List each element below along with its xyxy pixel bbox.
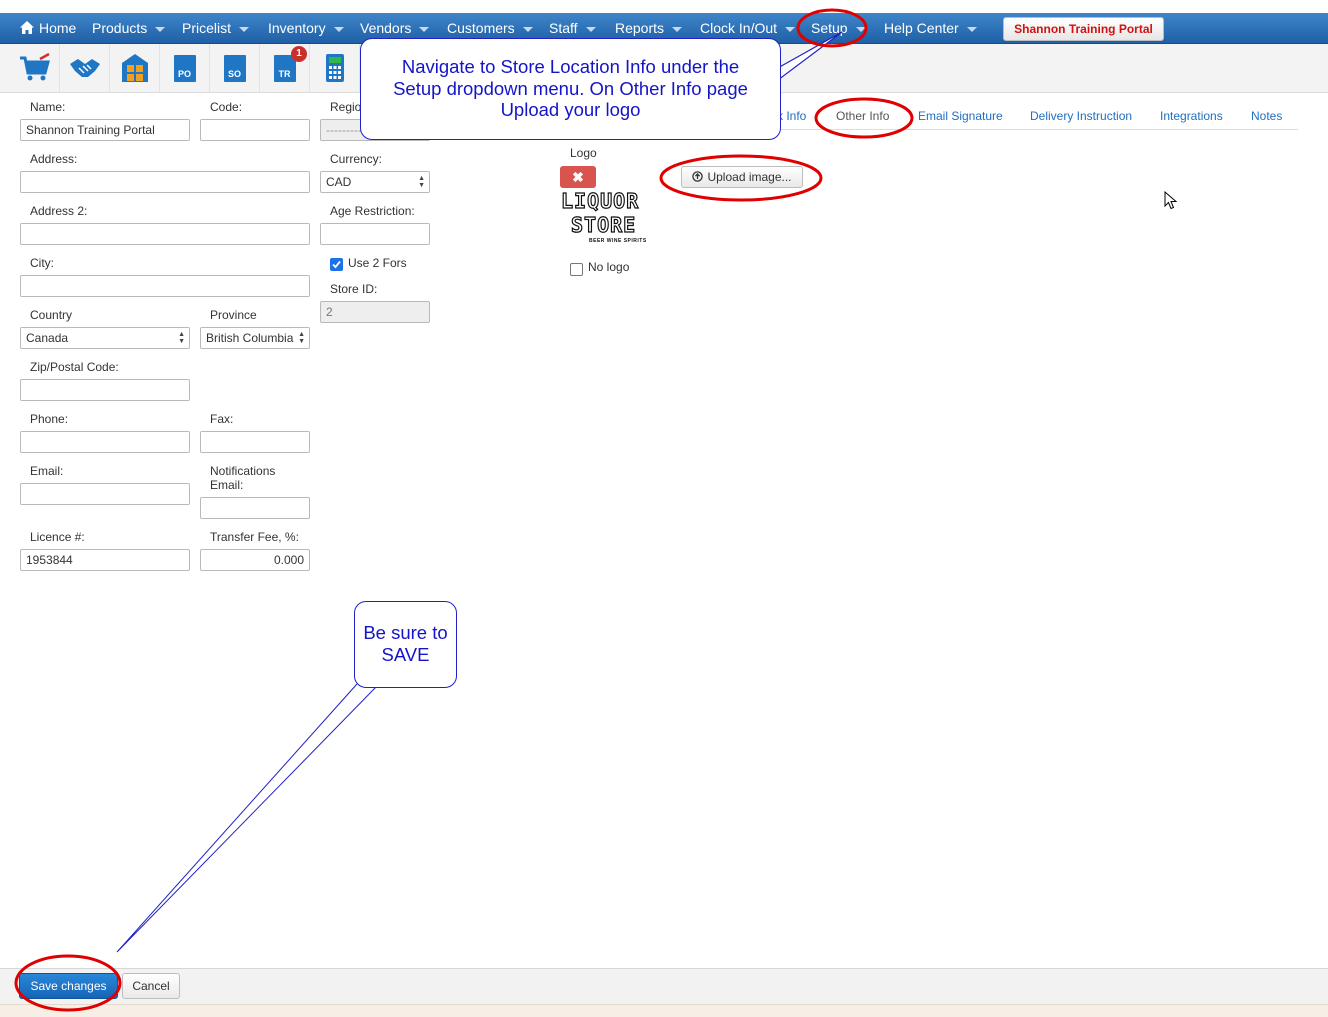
other-info-highlight-circle xyxy=(814,97,914,139)
callout-pointer xyxy=(775,31,843,82)
annotation-overlay xyxy=(14,8,914,1012)
callout-pointer xyxy=(116,683,378,953)
save-callout-line-1: Be sure to xyxy=(363,622,448,643)
callout-line-2: Setup dropdown menu. On Other Info page xyxy=(393,77,748,99)
upload-highlight-circle xyxy=(659,154,823,202)
save-callout: Be sure to SAVE xyxy=(354,601,457,688)
callout-line-3: Upload your logo xyxy=(500,99,641,120)
save-callout-line-2: SAVE xyxy=(381,643,430,665)
instruction-callout: Navigate to Store Location Info under th… xyxy=(360,38,781,140)
setup-highlight-circle xyxy=(796,8,868,48)
save-highlight-circle xyxy=(14,954,122,1012)
callout-line-1: Navigate to Store Location Info under th… xyxy=(401,56,740,77)
